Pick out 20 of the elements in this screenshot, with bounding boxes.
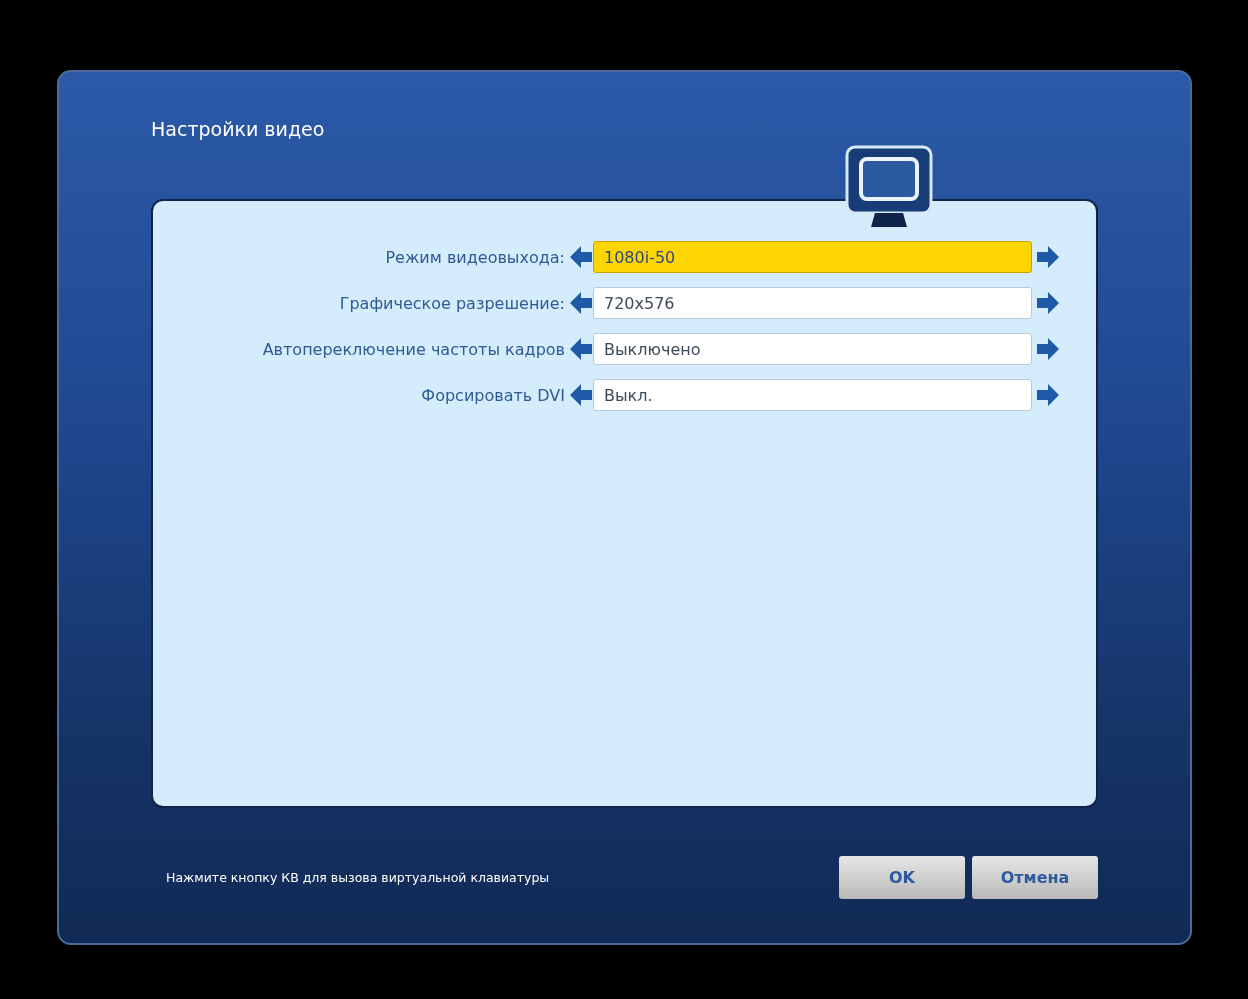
left-arrow-icon[interactable] bbox=[569, 383, 593, 407]
right-arrow-icon[interactable] bbox=[1036, 291, 1060, 315]
setting-field[interactable]: 720x576 bbox=[593, 287, 1032, 319]
hint-text: Нажмите кнопку КВ для вызова виртуальной клавиатуры bbox=[166, 870, 551, 885]
setting-field[interactable]: Выкл. bbox=[593, 379, 1032, 411]
left-arrow-icon[interactable] bbox=[569, 291, 593, 315]
setting-label: Графическое разрешение: bbox=[339, 293, 565, 313]
right-arrow-icon[interactable] bbox=[1036, 245, 1060, 269]
setting-field[interactable]: 1080i-50 bbox=[593, 241, 1032, 273]
window-title: Настройки видео bbox=[151, 118, 326, 142]
left-arrow-icon[interactable] bbox=[569, 337, 593, 361]
setting-field[interactable]: Выключено bbox=[593, 333, 1032, 365]
left-arrow-icon[interactable] bbox=[569, 245, 593, 269]
setting-label: Режим видеовыхода: bbox=[385, 247, 565, 267]
right-arrow-icon[interactable] bbox=[1036, 383, 1060, 407]
setting-label: Форсировать DVI bbox=[421, 385, 565, 405]
setting-label: Автопереключение частоты кадров bbox=[262, 339, 565, 359]
right-arrow-icon[interactable] bbox=[1036, 337, 1060, 361]
ok-button[interactable]: OK bbox=[839, 856, 965, 899]
cancel-button[interactable]: Отмена bbox=[972, 856, 1098, 899]
